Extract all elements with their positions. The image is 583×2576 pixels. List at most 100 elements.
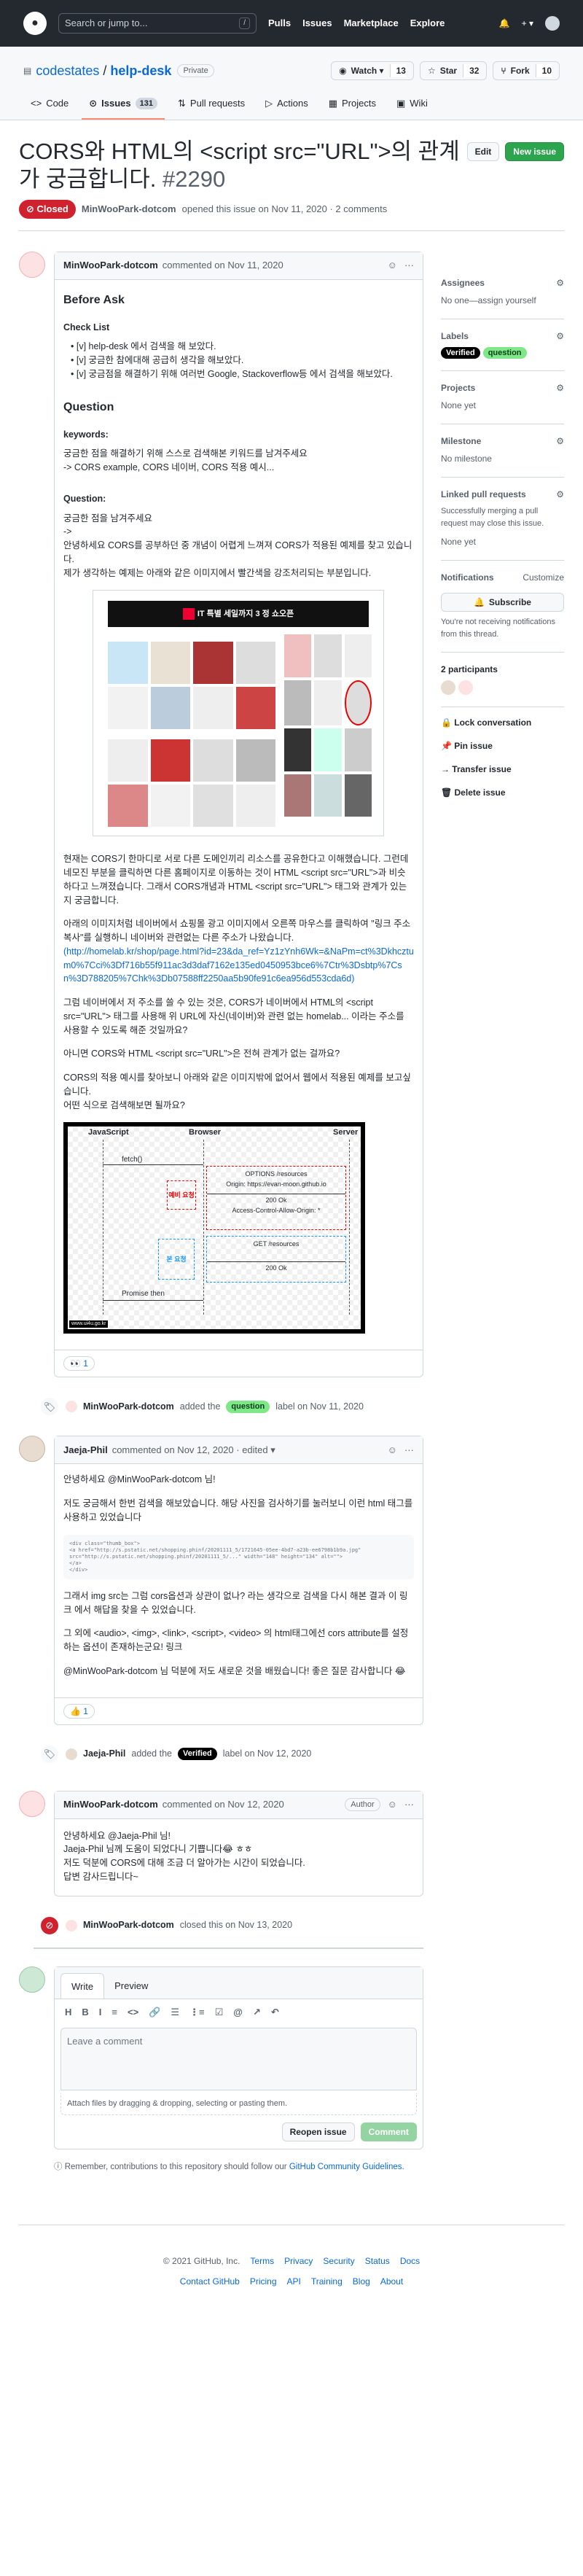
tab-code[interactable]: <> Code [23,90,76,120]
label-verified[interactable]: Verified [177,1748,217,1760]
milestone-heading[interactable]: Milestone [441,435,481,448]
reference-icon[interactable]: ↗ [253,2005,261,2020]
comment-time[interactable]: commented on Nov 12, 2020 [163,1797,284,1812]
repo-owner[interactable]: codestates [36,63,99,78]
watch-button[interactable]: ◉ Watch ▾ 13 [331,61,414,80]
nav-marketplace[interactable]: Marketplace [344,16,399,31]
event-actor[interactable]: MinWooPark-dotcom [83,1400,174,1414]
smiley-icon[interactable]: ☺ [388,258,397,273]
search-input[interactable]: Search or jump to... / [58,13,257,34]
linked-pr-heading[interactable]: Linked pull requests [441,488,526,501]
nav-pulls[interactable]: Pulls [268,16,291,31]
footer-link[interactable]: Privacy [284,2254,313,2268]
tab-actions[interactable]: ▷ Actions [258,90,316,120]
transfer-issue[interactable]: → Transfer issue [441,763,564,776]
tab-wiki[interactable]: ▣ Wiki [389,90,435,120]
lock-conversation[interactable]: 🔒 Lock conversation [441,716,564,729]
footer-link[interactable]: Status [365,2254,390,2268]
task-list-icon[interactable]: ☑ [215,2005,224,2020]
comment-author[interactable]: Jaeja-Phil [63,1443,108,1458]
kebab-icon[interactable]: ··· [404,1443,414,1458]
attach-files[interactable]: Attach files by dragging & dropping, sel… [60,2093,417,2115]
gear-icon[interactable]: ⚙ [556,276,564,289]
tab-issues[interactable]: ⊙ Issues 131 [82,90,165,120]
smiley-icon[interactable]: ☺ [388,1797,397,1812]
event-actor[interactable]: Jaeja-Phil [83,1747,125,1761]
footer-link[interactable]: Docs [400,2254,420,2268]
cors-diagram-image[interactable]: JavaScript Browser Server fetch() 예비 요청 … [63,1122,365,1334]
new-issue-button[interactable]: New issue [505,141,564,161]
bell-icon[interactable]: 🔔 [499,17,510,30]
shopping-screenshot-image[interactable]: IT 특별 세일까지 3 정 쇼오픈 [93,590,384,837]
comment-author[interactable]: MinWooPark-dotcom [63,258,158,273]
customize-link[interactable]: Customize [523,571,564,584]
shop-link[interactable]: (http://homelab.kr/shop/page.html?id=23&… [63,946,414,984]
avatar[interactable] [19,1436,45,1463]
comment-author[interactable]: MinWooPark-dotcom [63,1797,158,1812]
comment-time[interactable]: commented on Nov 12, 2020 · edited ▾ [112,1443,275,1458]
repo-name[interactable]: help-desk [110,63,171,78]
projects-heading[interactable]: Projects [441,381,475,394]
avatar[interactable] [19,251,45,278]
avatar[interactable] [440,680,455,695]
gear-icon[interactable]: ⚙ [556,435,564,448]
mention-icon[interactable]: @ [233,2005,243,2020]
event-actor[interactable]: MinWooPark-dotcom [83,1918,174,1932]
delete-issue[interactable]: 🗑 Delete issue [441,786,564,799]
reaction-thumbs-up[interactable]: 👍 1 [63,1703,95,1719]
assignees-heading[interactable]: Assignees [441,276,485,289]
bullet-list-icon[interactable]: ☰ [171,2005,179,2020]
user-avatar[interactable] [545,16,560,31]
avatar[interactable] [66,1748,77,1760]
heading-icon[interactable]: H [65,2005,71,2020]
label-question[interactable]: question [482,346,527,359]
tab-projects[interactable]: ▦ Projects [321,90,383,120]
kebab-icon[interactable]: ··· [404,258,414,273]
quote-icon[interactable]: ≡ [111,2005,117,2020]
footer-link[interactable]: API [287,2275,301,2288]
comment-button[interactable]: Comment [360,2122,417,2141]
footer-link[interactable]: Terms [250,2254,274,2268]
edit-button[interactable]: Edit [466,141,500,161]
comment-time[interactable]: commented on Nov 11, 2020 [163,258,283,273]
code-icon[interactable]: <> [128,2005,138,2020]
create-new-menu[interactable]: + ▾ [522,17,533,30]
gear-icon[interactable]: ⚙ [556,330,564,343]
numbered-list-icon[interactable]: ⋮≡ [189,2005,205,2020]
tab-preview[interactable]: Preview [104,1973,158,1999]
footer-link[interactable]: Blog [353,2275,370,2288]
avatar[interactable] [66,1401,77,1413]
footer-link[interactable]: Contact GitHub [180,2275,240,2288]
tab-pull-requests[interactable]: ⇅ Pull requests [171,90,252,120]
assignees-value[interactable]: No one—assign yourself [441,294,564,307]
kebab-icon[interactable]: ··· [404,1797,414,1812]
reopen-issue-button[interactable]: Reopen issue [281,2122,355,2141]
nav-issues[interactable]: Issues [302,16,332,31]
nav-explore[interactable]: Explore [410,16,445,31]
label-question[interactable]: question [226,1401,270,1413]
footer-link[interactable]: About [380,2275,403,2288]
comment-textarea[interactable]: Leave a comment [60,2028,417,2091]
tab-write[interactable]: Write [60,1972,105,1999]
labels-heading[interactable]: Labels [441,330,469,343]
guidelines-link[interactable]: GitHub Community Guidelines. [289,2163,404,2171]
italic-icon[interactable]: I [99,2005,102,2020]
avatar[interactable] [19,1790,45,1817]
bold-icon[interactable]: B [82,2005,88,2020]
label-verified[interactable]: Verified [440,346,480,359]
avatar[interactable] [458,680,473,695]
gear-icon[interactable]: ⚙ [556,381,564,394]
smiley-icon[interactable]: ☺ [388,1443,397,1458]
pin-issue[interactable]: 📌 Pin issue [441,739,564,752]
fork-button[interactable]: ⑂ Fork 10 [493,61,560,80]
footer-link[interactable]: Pricing [250,2275,277,2288]
avatar[interactable] [66,1919,77,1931]
reaction-eyes[interactable]: 👀 1 [63,1356,95,1371]
link-icon[interactable]: 🔗 [149,2005,160,2020]
star-button[interactable]: ☆ Star 32 [419,61,488,80]
github-logo-icon[interactable]: ● [23,12,47,35]
footer-link[interactable]: Training [311,2275,343,2288]
avatar[interactable] [19,1966,45,1993]
reply-icon[interactable]: ↶ [271,2005,279,2020]
issue-author[interactable]: MinWooPark-dotcom [82,202,176,217]
